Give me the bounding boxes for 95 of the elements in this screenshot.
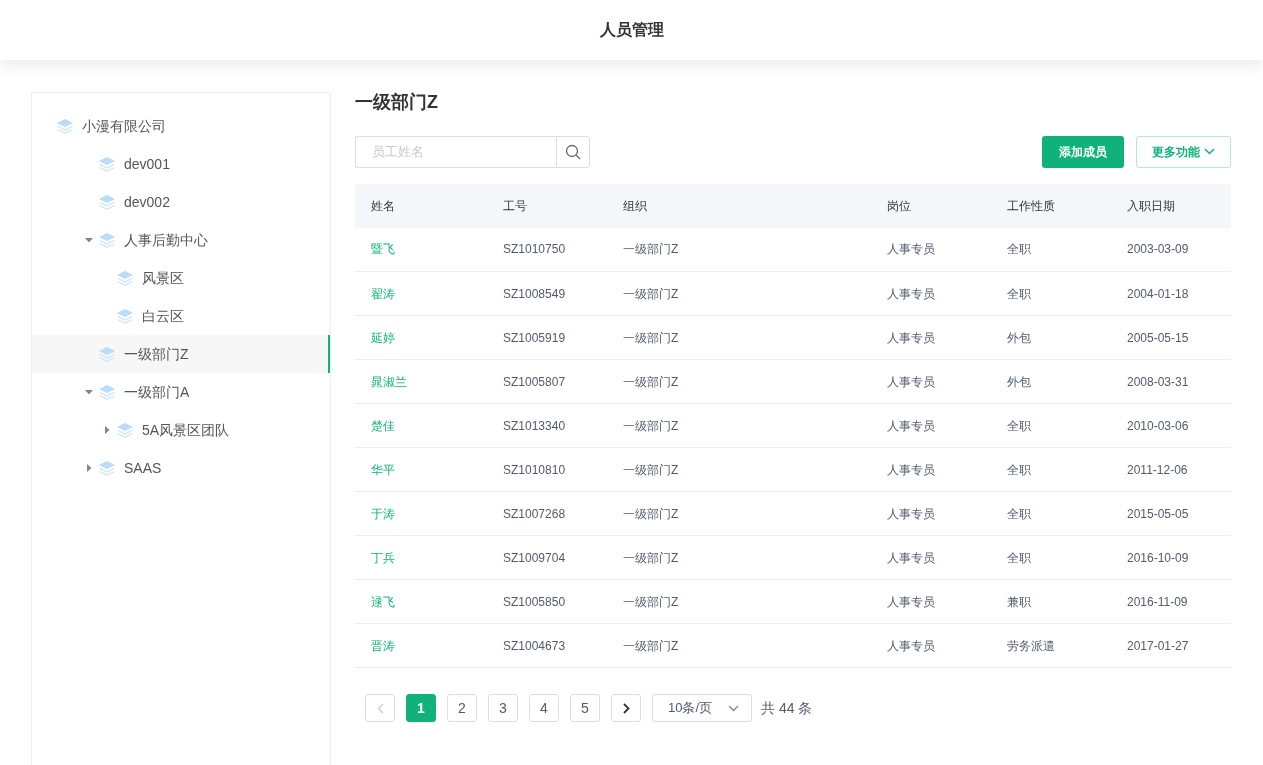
table-cell: SZ1004673 [487, 623, 607, 668]
table-cell: SZ1008549 [487, 271, 607, 316]
table-cell: 一级部门Z [607, 491, 871, 536]
table-cell: 一级部门Z [607, 623, 871, 668]
table-cell: 2016-10-09 [1111, 535, 1231, 580]
layers-icon [98, 232, 116, 248]
table-cell: SZ1005919 [487, 315, 607, 360]
layers-icon [98, 346, 116, 362]
table-cell: SZ1007268 [487, 491, 607, 536]
table-cell: 2011-12-06 [1111, 447, 1231, 492]
table-cell: 人事专员 [871, 271, 991, 316]
page-title: 人员管理 [599, 20, 664, 40]
table-cell: 一级部门Z [607, 271, 871, 316]
column-header: 工号 [487, 183, 607, 228]
layers-icon [116, 308, 134, 324]
department-title: 一级部门Z [355, 92, 439, 114]
tree-item[interactable]: 风景区 [32, 259, 330, 297]
table-cell: SZ1013340 [487, 403, 607, 448]
layers-icon [98, 384, 116, 400]
table-cell: 兼职 [991, 579, 1111, 624]
chevron-left-icon [376, 702, 384, 714]
chevron-down-icon [728, 704, 739, 712]
table-cell: 一级部门Z [607, 579, 871, 624]
page-button[interactable]: 3 [488, 694, 518, 723]
layers-icon [116, 270, 134, 286]
table-cell: 人事专员 [871, 227, 991, 272]
table-cell: SZ1005850 [487, 579, 607, 624]
table-cell: 全职 [991, 535, 1111, 580]
table-cell: 一级部门Z [607, 535, 871, 580]
table-cell: 2005-05-15 [1111, 315, 1231, 360]
table-cell: 全职 [991, 271, 1111, 316]
table-cell: 一级部门Z [607, 315, 871, 360]
search-button[interactable] [556, 135, 590, 168]
table-cell: SZ1010810 [487, 447, 607, 492]
column-header: 组织 [607, 183, 871, 228]
table-cell: 全职 [991, 491, 1111, 536]
layers-icon [98, 156, 116, 172]
caret-right-icon[interactable] [103, 426, 111, 434]
tree-item[interactable]: 一级部门Z [32, 335, 330, 373]
layers-icon [98, 460, 116, 476]
table-cell: 一级部门Z [607, 403, 871, 448]
chevron-down-icon [1204, 148, 1215, 156]
layers-icon [98, 194, 116, 210]
tree-item[interactable]: dev001 [32, 145, 330, 183]
table-cell: 2003-03-09 [1111, 227, 1231, 272]
tree-item[interactable]: SAAS [32, 449, 330, 487]
layers-icon [56, 118, 74, 134]
column-header: 入职日期 [1111, 183, 1231, 228]
table-cell: 人事专员 [871, 535, 991, 580]
table-cell: 一级部门Z [607, 359, 871, 404]
caret-down-icon[interactable] [85, 236, 93, 244]
table-cell: 外包 [991, 359, 1111, 404]
table-cell: 2004-01-18 [1111, 271, 1231, 316]
tree-item[interactable]: 5A风景区团队 [32, 411, 330, 449]
tree-item[interactable]: 白云区 [32, 297, 330, 335]
next-page-button[interactable] [611, 694, 641, 723]
layers-icon [116, 422, 134, 438]
column-header: 工作性质 [991, 183, 1111, 228]
search-icon [565, 143, 581, 160]
table-cell: 人事专员 [871, 315, 991, 360]
column-header: 姓名 [355, 183, 487, 228]
table-cell: 2015-05-05 [1111, 491, 1231, 536]
table-cell: 全职 [991, 403, 1111, 448]
table-cell: 2017-01-27 [1111, 623, 1231, 668]
table-cell: 人事专员 [871, 447, 991, 492]
table-cell: 2010-03-06 [1111, 403, 1231, 448]
total-count: 共 44 条 [761, 698, 813, 718]
table-cell: 人事专员 [871, 491, 991, 536]
chevron-right-icon [622, 702, 630, 714]
table-cell: 人事专员 [871, 359, 991, 404]
table-cell: SZ1005807 [487, 359, 607, 404]
tree-item[interactable]: 人事后勤中心 [32, 221, 330, 259]
table-cell: 人事专员 [871, 403, 991, 448]
table-cell: 人事专员 [871, 623, 991, 668]
caret-right-icon[interactable] [85, 464, 93, 472]
table-cell: 全职 [991, 447, 1111, 492]
tree-item[interactable]: 小漫有限公司 [32, 107, 330, 145]
table-cell: 外包 [991, 315, 1111, 360]
table-cell: 人事专员 [871, 579, 991, 624]
table-cell: SZ1010750 [487, 227, 607, 272]
page-button[interactable]: 4 [529, 694, 559, 723]
page-button[interactable]: 2 [447, 694, 477, 723]
column-header: 岗位 [871, 183, 991, 228]
table-cell: 一级部门Z [607, 227, 871, 272]
table-cell: SZ1009704 [487, 535, 607, 580]
table-cell: 全职 [991, 227, 1111, 272]
caret-down-icon[interactable] [85, 388, 93, 396]
table-cell: 劳务派遣 [991, 623, 1111, 668]
table-cell: 2008-03-31 [1111, 359, 1231, 404]
table-cell: 2016-11-09 [1111, 579, 1231, 624]
page-button[interactable]: 5 [570, 694, 600, 723]
tree-item[interactable]: 一级部门A [32, 373, 330, 411]
tree-item[interactable]: dev002 [32, 183, 330, 221]
page-size-select[interactable]: 10条/页 [652, 694, 752, 723]
table-cell: 一级部门Z [607, 447, 871, 492]
